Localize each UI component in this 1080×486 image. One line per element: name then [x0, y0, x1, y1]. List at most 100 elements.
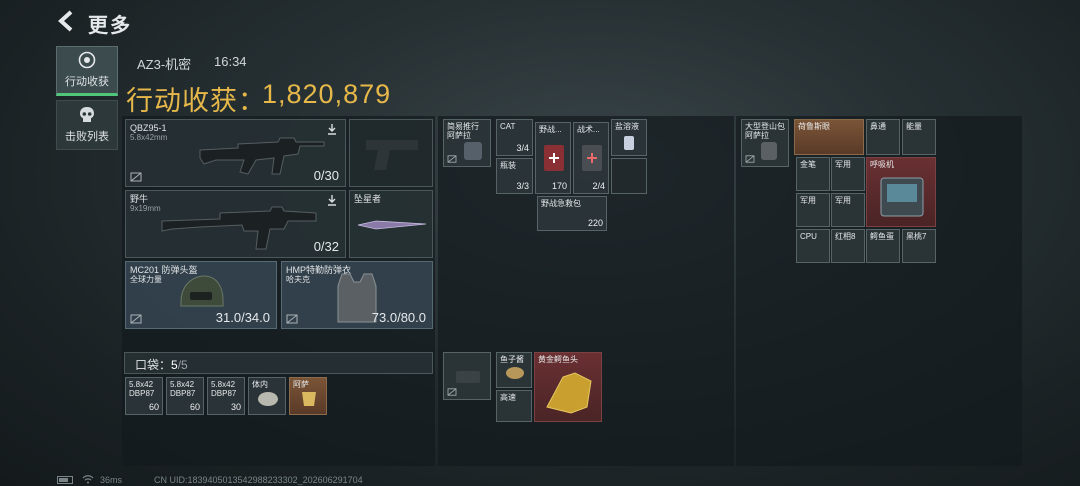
backpack-item[interactable]: 金笔 [796, 157, 830, 191]
melee-slot[interactable]: 坠星者 [349, 190, 433, 258]
item-durability: 2/4 [592, 181, 605, 191]
page-title: 更多 [88, 15, 132, 37]
pistol-placeholder-icon [366, 140, 418, 170]
durability: 31.0/34.0 [215, 310, 270, 325]
rig-empty-slot[interactable] [611, 158, 647, 194]
backpack-item[interactable]: 呼吸机 [866, 157, 936, 227]
pocket-item[interactable]: 5.8x42 DBP87 30 [207, 377, 245, 415]
wifi-icon [82, 475, 94, 484]
pocket-label: 口袋： [135, 358, 172, 372]
primary-weapon-slot[interactable]: QBZ95-1 5.8x42mm 0/30 [125, 119, 346, 187]
no-secure-icon [130, 314, 142, 324]
tab-operation-haul[interactable]: 行动收获 [56, 46, 118, 96]
melee-name: 坠星者 [354, 194, 382, 204]
pistol-slot[interactable] [349, 119, 433, 187]
item-sub: 阿萨拉 [745, 131, 769, 140]
item-name: 鱼子酱 [500, 355, 524, 364]
item-name: 高速 [500, 393, 516, 402]
tab-kill-list[interactable]: 击败列表 [56, 100, 118, 150]
pouch-icon [456, 371, 480, 383]
match-time: 16:34 [214, 54, 247, 69]
ping-readout: 36ms [100, 475, 123, 485]
bag-slot[interactable] [443, 352, 491, 400]
item-name: 呼吸机 [870, 160, 894, 169]
item-durability: 170 [551, 181, 567, 191]
armor-maker: 哈夫克 [286, 275, 310, 284]
item-name: 军用 [800, 196, 816, 205]
backpack-item[interactable]: 荷鲁斯眼 [794, 119, 864, 155]
backpack-item[interactable]: 能量 [902, 119, 936, 155]
ammo-count: 0/30 [313, 168, 339, 183]
item-name: 荷鲁斯眼 [798, 122, 830, 131]
item-count: 60 [148, 402, 159, 412]
backpack-item[interactable]: 红相8 [831, 229, 865, 263]
rig-item[interactable]: 野战急救包 220 [537, 196, 607, 231]
item-name: 金笔 [800, 160, 816, 169]
item-name: 战术... [577, 125, 600, 134]
rig-item[interactable]: 简易推行 阿萨拉 [443, 119, 491, 167]
pocket-header: 口袋：5/5 [124, 352, 433, 374]
pocket-item[interactable]: 体内 [248, 377, 286, 415]
item-name: 黑桃7 [906, 232, 927, 241]
bag-item[interactable]: 黄金鳄鱼头 [534, 352, 602, 422]
back-button[interactable] [56, 10, 78, 32]
backpack-slot[interactable]: 大型登山包 阿萨拉 [741, 119, 789, 167]
item-name: 野战急救包 [541, 199, 581, 208]
item-sub: DBP87 [129, 389, 155, 398]
knife-icon [357, 220, 427, 230]
rig-item[interactable]: 盐溶液 [611, 119, 647, 156]
download-icon[interactable] [327, 124, 337, 135]
item-count: 60 [189, 402, 200, 412]
item-sub: 阿萨拉 [447, 131, 471, 140]
item-name: 军用 [835, 160, 851, 169]
saline-icon [624, 136, 634, 150]
rig-item[interactable]: 战术... 2/4 [573, 122, 609, 194]
back-arrow-icon [58, 10, 73, 32]
weapon-caliber: 5.8x42mm [130, 133, 168, 142]
backpack-item[interactable]: 军用 [831, 157, 865, 191]
map-name: AZ3-机密 [137, 57, 192, 72]
download-icon[interactable] [327, 195, 337, 206]
item-name: 盐溶液 [615, 122, 639, 131]
item-sub: DBP87 [170, 389, 196, 398]
pocket-item[interactable]: 5.8x42 DBP87 60 [125, 377, 163, 415]
item-durability: 3/4 [516, 143, 529, 153]
item-name: 鼻通 [870, 122, 886, 131]
item-name: 5.8x42 [211, 380, 236, 389]
no-secure-icon [745, 155, 755, 163]
item-name: 大型登山包 [745, 122, 785, 131]
backpack-item[interactable]: 鼻通 [866, 119, 900, 155]
secondary-weapon-slot[interactable]: 野牛 9x19mm 0/32 [125, 190, 346, 258]
item-name: 体内 [252, 380, 268, 389]
backpack-item[interactable]: 军用 [831, 193, 865, 227]
helmet-maker: 全球力量 [130, 275, 162, 284]
item-durability: 3/3 [516, 181, 529, 191]
item-name: 5.8x42 [129, 380, 154, 389]
item-name: 瓶装 [500, 161, 516, 170]
pocket-item[interactable]: 5.8x42 DBP87 60 [166, 377, 204, 415]
backpack-item[interactable]: 黑桃7 [902, 229, 936, 263]
pocket-item[interactable]: 阿萨 [289, 377, 327, 415]
helmet-slot[interactable]: MC201 防弹头盔 全球力量 31.0/34.0 [125, 261, 277, 329]
rig-item[interactable]: CAT 3/4 [496, 119, 533, 156]
tactical-kit-icon [582, 145, 602, 171]
backpack-item[interactable]: 鳄鱼蛋 [866, 229, 900, 263]
no-secure-icon [286, 314, 298, 324]
no-secure-icon [130, 172, 142, 182]
backpack-item[interactable]: CPU [796, 229, 830, 263]
item-name: 黄金鳄鱼头 [538, 355, 578, 364]
cup-icon [302, 392, 316, 406]
backpack-icon [761, 142, 777, 160]
item-name: 鳄鱼蛋 [870, 232, 894, 241]
bag-item[interactable]: 鱼子酱 [496, 352, 532, 388]
target-icon [78, 51, 96, 69]
tab-label: 行动收获 [65, 76, 109, 88]
item-name: 能量 [906, 122, 922, 131]
battery-icon [57, 476, 73, 484]
bag-item[interactable]: 高速 [496, 390, 532, 422]
uid-readout: CN UID:1839405013542988233302_2026062917… [154, 475, 363, 485]
backpack-item[interactable]: 军用 [796, 193, 830, 227]
rig-item[interactable]: 野战... 170 [535, 122, 571, 194]
armor-slot[interactable]: HMP特勤防弹衣 哈夫克 73.0/80.0 [281, 261, 433, 329]
rig-item[interactable]: 瓶装 3/3 [496, 158, 533, 194]
